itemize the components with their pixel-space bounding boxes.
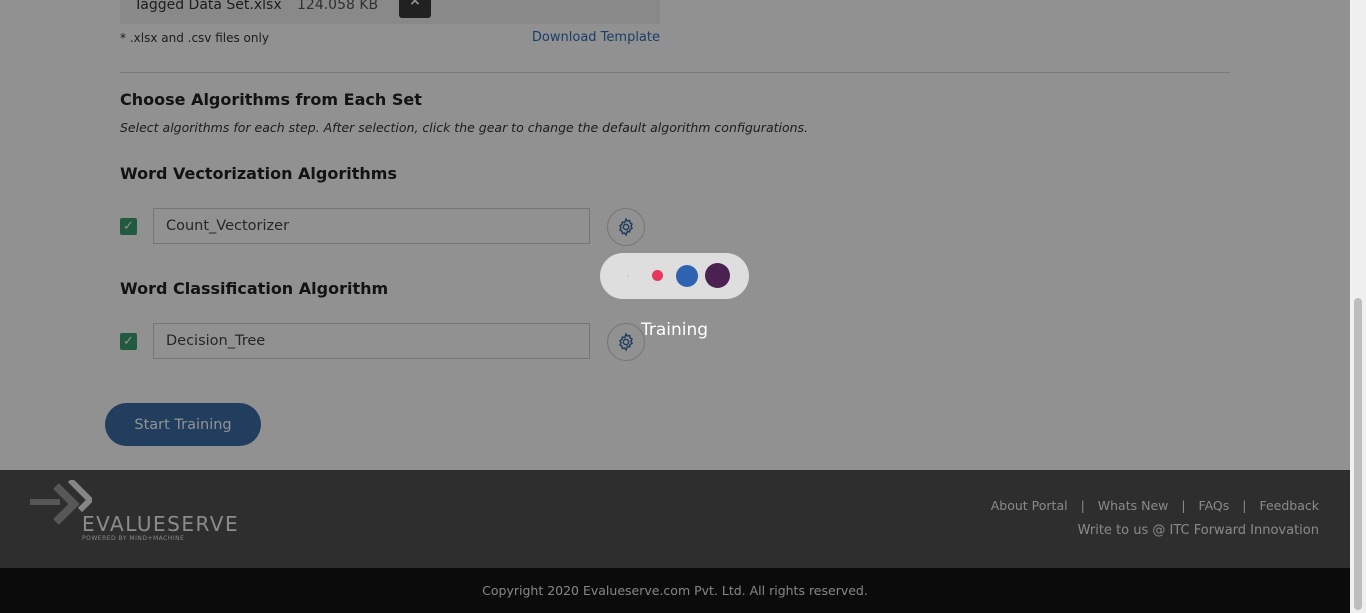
loader-dot <box>652 270 663 281</box>
loading-overlay <box>0 0 1350 613</box>
loader-label: Training <box>640 320 709 340</box>
page-scrollbar[interactable] <box>1350 0 1366 613</box>
loader-dot <box>705 263 730 288</box>
scrollbar-thumb[interactable] <box>1354 298 1362 610</box>
loader-dots <box>600 253 749 299</box>
loader-dot <box>676 265 698 287</box>
loader-dot <box>627 275 629 277</box>
